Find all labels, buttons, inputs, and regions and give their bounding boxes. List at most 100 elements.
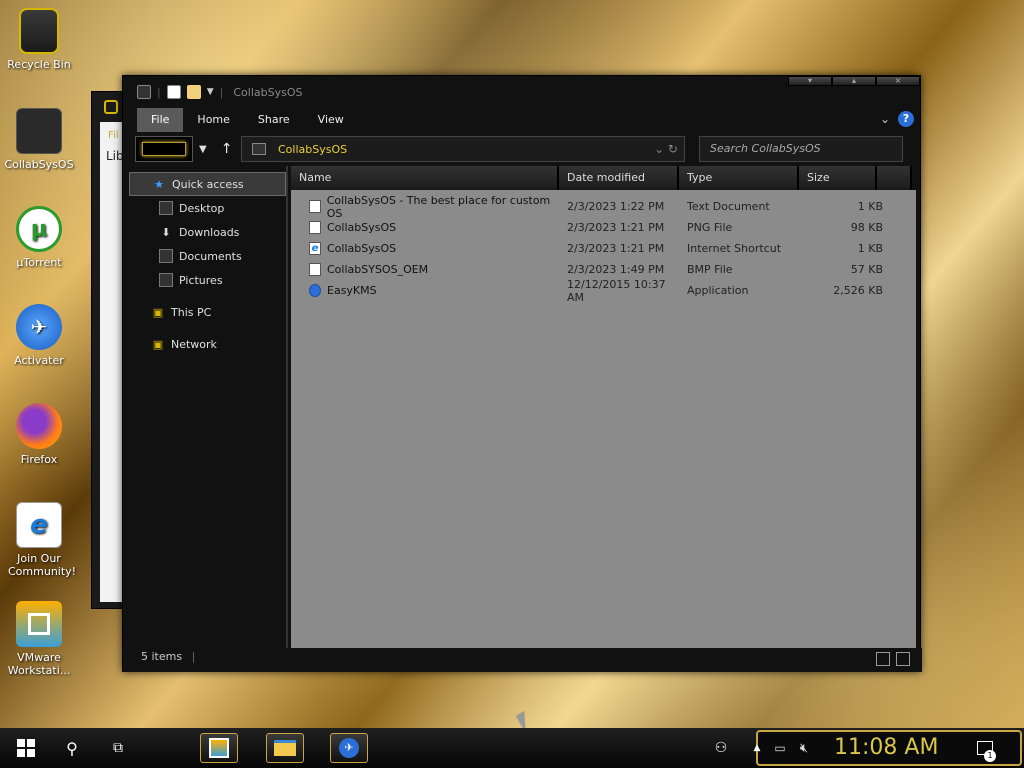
nav-quick-access[interactable]: ★ Quick access: [129, 172, 286, 196]
file-row[interactable]: CollabSysOS - The best place for custom …: [291, 194, 916, 220]
minimize-button[interactable]: ▾: [788, 76, 832, 86]
volume-muted-icon[interactable]: 🔇︎: [794, 728, 814, 768]
ie-shortcut-icon: e: [16, 502, 62, 548]
desktop-icon-label: Join Our Community!: [8, 552, 77, 578]
taskbar: ⚲ ⧉ ✈ ⚇ ▲ ▭ 🔇︎ 11:08 AM 1: [0, 728, 1024, 768]
recycle-bin-icon: [19, 8, 59, 54]
desktop-icon-label: Activater: [14, 354, 64, 367]
desktop-icon-label: µTorrent: [16, 256, 62, 269]
taskbar-app-easykms[interactable]: ✈: [330, 733, 368, 763]
desktop-icon-label: VMware Workstati...: [7, 651, 71, 677]
action-center-button[interactable]: 1: [970, 728, 1000, 768]
address-path: CollabSysOS: [278, 142, 348, 156]
vmware-icon: [209, 738, 229, 758]
file-row[interactable]: CollabSysOS 2/3/2023 1:21 PM PNG File 98…: [291, 217, 916, 238]
network-icon: ▣: [152, 337, 164, 351]
explorer-window[interactable]: | ▼ | CollabSysOS ▾ ▴ × File Home Share …: [122, 75, 922, 672]
desktop-icon-firefox[interactable]: Firefox: [4, 403, 74, 466]
help-icon[interactable]: ?: [898, 111, 914, 127]
maximize-button[interactable]: ▴: [832, 76, 876, 86]
easykms-icon: ✈: [339, 738, 359, 758]
title-bar[interactable]: | ▼ | CollabSysOS ▾ ▴ ×: [123, 76, 920, 108]
refresh-icon[interactable]: ⌄ ↻: [654, 142, 678, 156]
nav-desktop[interactable]: Desktop: [129, 196, 286, 220]
column-date-modified[interactable]: Date modified: [559, 166, 679, 190]
column-type[interactable]: Type: [679, 166, 799, 190]
recent-locations-icon[interactable]: ▼: [199, 144, 207, 155]
task-view-icon: ⧉: [113, 740, 123, 756]
nav-pictures[interactable]: Pictures: [129, 268, 286, 292]
navigation-bar: ▼ ↑ CollabSysOS ⌄ ↻ Search CollabSysOS: [123, 132, 920, 166]
properties-icon[interactable]: [166, 85, 181, 99]
folder-icon: [252, 143, 266, 155]
easykms-icon: [309, 284, 321, 297]
nav-network[interactable]: ▣ Network: [129, 332, 286, 356]
taskbar-app-vmware[interactable]: [200, 733, 238, 763]
vmware-icon: [16, 601, 62, 647]
desktop-icon-activater[interactable]: ✈ Activater: [4, 304, 74, 367]
desktop-icon-join-community[interactable]: e Join Our Community!: [4, 502, 77, 578]
desktop-icon-collabsysos[interactable]: CollabSysOS: [4, 108, 74, 171]
status-bar: 5 items |: [123, 648, 922, 672]
nav-this-pc[interactable]: ▣ This PC: [129, 300, 286, 324]
task-view-button[interactable]: ⧉: [98, 728, 138, 768]
windows-logo-icon: [17, 739, 35, 757]
tab-home[interactable]: Home: [183, 108, 243, 132]
item-count: 5 items: [141, 650, 183, 663]
nav-documents[interactable]: Documents: [129, 244, 286, 268]
desktop-icon-utorrent[interactable]: µ µTorrent: [4, 206, 74, 269]
folder-icon: [16, 108, 62, 154]
nav-downloads[interactable]: ⬇ Downloads: [129, 220, 286, 244]
computer-icon: ▣: [152, 305, 164, 319]
firefox-icon: [16, 403, 62, 449]
tab-file[interactable]: File: [137, 108, 184, 132]
download-arrow-icon: ⬇: [161, 225, 171, 239]
ie-shortcut-icon: e: [309, 242, 321, 255]
file-list: Name Date modified Type Size CollabSysOS…: [291, 166, 916, 648]
pictures-icon: [159, 273, 173, 287]
search-icon: ⚲: [66, 738, 78, 758]
search-button[interactable]: ⚲: [52, 728, 92, 768]
documents-icon: [159, 249, 173, 263]
window-icon: [137, 85, 151, 99]
tab-view[interactable]: View: [304, 108, 358, 132]
column-name[interactable]: Name: [291, 166, 559, 190]
new-folder-icon[interactable]: [186, 85, 201, 99]
expand-ribbon-icon[interactable]: ⌄: [880, 112, 890, 126]
column-headers: Name Date modified Type Size: [291, 166, 916, 190]
large-icons-view-icon[interactable]: [896, 652, 910, 666]
desktop-icon-recycle-bin[interactable]: Recycle Bin: [4, 8, 74, 71]
star-icon: ★: [154, 177, 164, 191]
window-title: CollabSysOS: [233, 85, 303, 99]
people-icon: ⚇: [714, 740, 728, 756]
notification-badge: 1: [984, 750, 996, 762]
utorrent-icon: µ: [16, 206, 62, 252]
search-input[interactable]: Search CollabSysOS: [699, 136, 903, 162]
image-file-icon: [309, 263, 321, 276]
tab-share[interactable]: Share: [244, 108, 304, 132]
activater-icon: ✈: [16, 304, 62, 350]
show-hidden-icons-button[interactable]: ▲: [750, 728, 764, 768]
back-forward-button[interactable]: [135, 136, 193, 162]
network-status-icon[interactable]: ▭: [772, 728, 788, 768]
address-bar[interactable]: CollabSysOS ⌄ ↻: [241, 136, 685, 162]
start-button[interactable]: [6, 728, 46, 768]
details-view-icon[interactable]: [876, 652, 890, 666]
app-icon: [104, 100, 118, 114]
image-file-icon: [309, 221, 321, 234]
file-row[interactable]: e CollabSysOS 2/3/2023 1:21 PM Internet S…: [291, 238, 916, 259]
desktop-icon-vmware[interactable]: VMware Workstati...: [4, 601, 74, 677]
close-button[interactable]: ×: [876, 76, 920, 86]
up-arrow-icon[interactable]: ↑: [221, 141, 233, 157]
taskbar-app-file-explorer[interactable]: [266, 733, 304, 763]
text-file-icon: [309, 200, 321, 213]
desktop-icon-label: Firefox: [20, 453, 58, 466]
column-size[interactable]: Size: [799, 166, 877, 190]
ribbon-tabs: File Home Share View ⌄ ?: [123, 108, 920, 132]
people-button[interactable]: ⚇: [706, 728, 736, 768]
file-row[interactable]: EasyKMS 12/12/2015 10:37 AM Application …: [291, 278, 916, 304]
folder-icon: [274, 740, 296, 756]
taskbar-clock[interactable]: 11:08 AM: [834, 728, 938, 768]
chevron-down-icon[interactable]: ▼: [207, 87, 214, 97]
desktop-icon-label: Recycle Bin: [7, 58, 71, 71]
